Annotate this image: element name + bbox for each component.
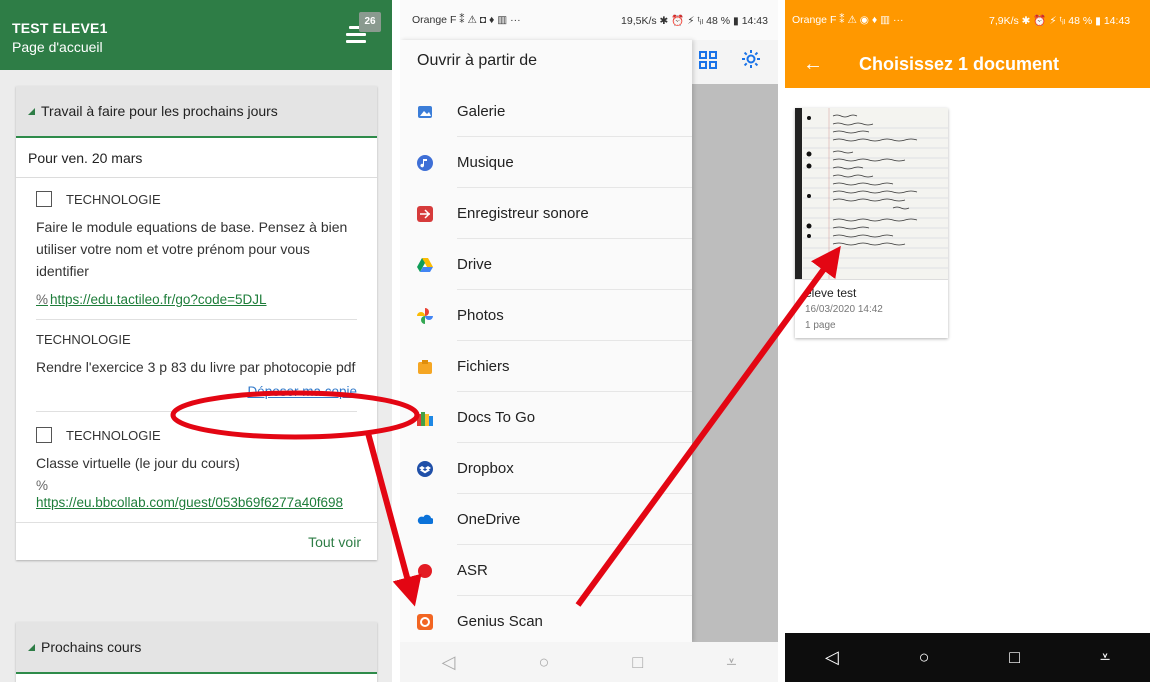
gallery-icon: [417, 104, 433, 120]
task-link[interactable]: % https://edu.tactileo.fr/go?code=5DJL: [36, 292, 357, 307]
android-nav-bar: ◁ ○ □ ⩡: [400, 642, 778, 682]
page-title: Page d'accueil: [12, 39, 103, 55]
status-left: Orange F ⁑ ⚠ ◘ ♦ ▥ ···: [412, 14, 521, 26]
collapse-triangle-icon: [28, 643, 35, 651]
app-bar: TEST ELEVE1 Page d'accueil 26: [0, 0, 392, 70]
task-description: Faire le module equations de base. Pense…: [36, 219, 348, 279]
open-from-drawer: Ouvrir à partir de Galerie Musique Enreg…: [400, 40, 692, 642]
status-bar: Orange F ⁑ ⚠ ◉ ♦ ▥ ··· 7,9K/s ✱ ⏰ ⚡ ᵗᵢₗ …: [785, 0, 1150, 40]
source-enregistreur[interactable]: Enregistreur sonore: [400, 188, 692, 239]
see-all-link[interactable]: Tout voir: [16, 522, 377, 560]
task-item: TECHNOLOGIE Rendre l'exercice 3 p 83 du …: [16, 320, 377, 412]
next-courses-header[interactable]: Prochains cours: [16, 622, 377, 674]
source-drive[interactable]: Drive: [400, 239, 692, 290]
source-asr[interactable]: ASR: [400, 545, 692, 596]
screen-title: Choisissez 1 document: [859, 53, 1060, 74]
toolbar: ← Choisissez 1 document: [785, 40, 1150, 88]
asr-record-icon: [417, 563, 433, 579]
submit-copy-link[interactable]: Déposer ma copie: [36, 384, 357, 399]
homework-card: Travail à faire pour les prochains jours…: [16, 86, 377, 560]
source-docs-to-go[interactable]: Docs To Go: [400, 392, 692, 443]
dropbox-icon: [417, 460, 433, 477]
homework-section-title: Travail à faire pour les prochains jours: [41, 103, 278, 119]
recorder-icon: [417, 205, 433, 222]
source-onedrive[interactable]: OneDrive: [400, 494, 692, 545]
task-subject: TECHNOLOGIE: [66, 191, 161, 207]
link-chain-icon: %: [36, 478, 49, 493]
open-from-panel: Orange F ⁑ ⚠ ◘ ♦ ▥ ··· 19,5K/s ✱ ⏰ ⚡ ᵗᵢₗ…: [400, 0, 778, 682]
arrow-left-icon[interactable]: ←: [791, 53, 835, 76]
task-subject: TECHNOLOGIE: [36, 331, 131, 347]
document-date: 16/03/2020 14:42: [805, 304, 883, 315]
status-right: 7,9K/s ✱ ⏰ ⚡ ᵗᵢₗ 48 % ▮ 14:43: [989, 15, 1131, 27]
google-photos-icon: [417, 307, 433, 324]
nav-notifications-icon[interactable]: ⩡: [726, 652, 736, 673]
nav-notifications-icon[interactable]: ⩡: [1100, 647, 1110, 668]
genius-scan-panel: Orange F ⁑ ⚠ ◉ ♦ ▥ ··· 7,9K/s ✱ ⏰ ⚡ ᵗᵢₗ …: [785, 0, 1150, 682]
status-bar: Orange F ⁑ ⚠ ◘ ♦ ▥ ··· 19,5K/s ✱ ⏰ ⚡ ᵗᵢₗ…: [400, 0, 778, 40]
source-musique[interactable]: Musique: [400, 137, 692, 188]
source-galerie[interactable]: Galerie: [400, 86, 692, 137]
document-card[interactable]: eleve test 16/03/2020 14:42 1 page: [795, 108, 948, 338]
nav-home-icon[interactable]: ○: [538, 652, 549, 673]
grid-view-icon[interactable]: [698, 50, 720, 70]
google-drive-icon: [417, 257, 433, 273]
user-name: TEST ELEVE1: [12, 20, 108, 36]
document-pages: 1 page: [805, 320, 836, 331]
status-right: 19,5K/s ✱ ⏰ ⚡ ᵗᵢₗ 48 % ▮ 14:43: [621, 15, 768, 27]
due-date: Pour ven. 20 mars: [16, 138, 377, 178]
docs-to-go-icon: [417, 410, 433, 426]
nav-recents-icon[interactable]: □: [1009, 647, 1020, 668]
files-icon: [417, 359, 433, 375]
collapse-triangle-icon: [28, 107, 35, 115]
document-name: eleve test: [805, 286, 857, 300]
document-thumbnail: [795, 108, 948, 280]
notification-badge: 26: [359, 12, 381, 32]
drawer-title: Ouvrir à partir de: [417, 52, 538, 69]
task-description: Classe virtuelle (le jour du cours): [36, 455, 240, 471]
next-courses-card: Prochains cours: [16, 622, 377, 682]
source-photos[interactable]: Photos: [400, 290, 692, 341]
task-done-checkbox[interactable]: [36, 427, 52, 443]
source-genius-scan[interactable]: Genius Scan: [400, 596, 692, 647]
nav-recents-icon[interactable]: □: [632, 652, 643, 673]
homework-section-header[interactable]: Travail à faire pour les prochains jours: [16, 86, 377, 138]
task-item: TECHNOLOGIE Faire le module equations de…: [16, 178, 377, 320]
link-chain-icon: %: [36, 292, 49, 307]
pronote-home-panel: TEST ELEVE1 Page d'accueil 26 Travail à …: [0, 0, 392, 682]
android-nav-bar: ◁ ○ □ ⩡: [785, 633, 1150, 682]
genius-scan-icon: [417, 613, 433, 630]
music-icon: [417, 154, 433, 171]
nav-back-icon[interactable]: ◁: [825, 647, 839, 668]
onedrive-icon: [417, 512, 434, 528]
gear-icon[interactable]: [740, 48, 764, 70]
nav-home-icon[interactable]: ○: [919, 647, 930, 668]
task-link[interactable]: https://eu.bbcollab.com/guest/053b69f627…: [36, 495, 357, 510]
task-subject: TECHNOLOGIE: [66, 427, 161, 443]
task-item: TECHNOLOGIE Classe virtuelle (le jour du…: [16, 412, 377, 510]
source-fichiers[interactable]: Fichiers: [400, 341, 692, 392]
source-dropbox[interactable]: Dropbox: [400, 443, 692, 494]
task-description: Rendre l'exercice 3 p 83 du livre par ph…: [36, 359, 356, 375]
next-courses-title: Prochains cours: [41, 639, 142, 655]
status-left: Orange F ⁑ ⚠ ◉ ♦ ▥ ···: [792, 14, 904, 26]
nav-back-icon[interactable]: ◁: [442, 652, 456, 673]
task-done-checkbox[interactable]: [36, 191, 52, 207]
